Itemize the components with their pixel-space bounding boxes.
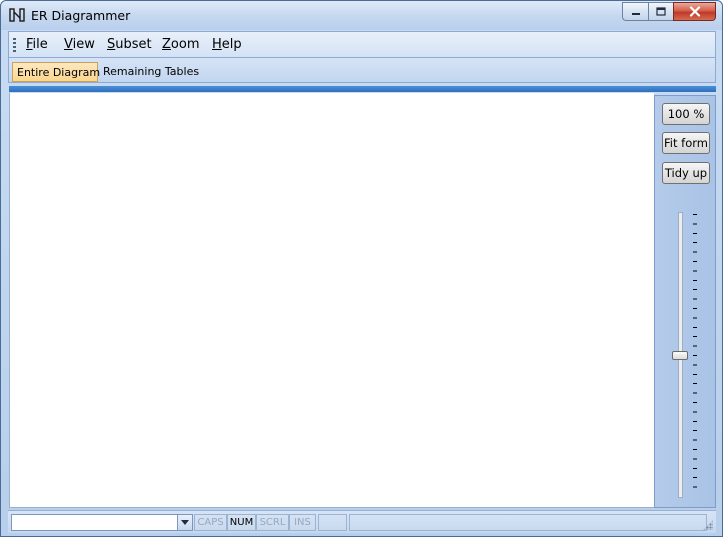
window-title: ER Diagrammer xyxy=(31,8,131,23)
zoom-slider-ticks xyxy=(693,214,697,496)
zoom-100-button[interactable]: 100 % xyxy=(662,103,710,125)
window-controls xyxy=(622,2,716,22)
maximize-button[interactable] xyxy=(648,2,673,21)
diagram-canvas[interactable] xyxy=(9,93,654,508)
tab-remaining-tables[interactable]: Remaining Tables xyxy=(99,62,203,82)
ins-indicator: INS xyxy=(289,514,316,531)
status-bar: CAPS NUM SCRL INS xyxy=(8,510,716,533)
menu-subset[interactable]: Subset xyxy=(107,37,152,52)
tab-bar: Entire Diagram Remaining Tables xyxy=(8,57,716,83)
menubar-grip[interactable] xyxy=(13,38,16,52)
tab-content-divider xyxy=(9,86,716,92)
close-icon xyxy=(689,6,700,17)
tab-entire-diagram[interactable]: Entire Diagram xyxy=(12,62,101,82)
scrl-indicator: SCRL xyxy=(256,514,289,531)
num-indicator: NUM xyxy=(227,514,256,531)
menu-file[interactable]: File xyxy=(26,37,48,52)
status-combo-box[interactable] xyxy=(11,514,193,531)
tab-label: Remaining Tables xyxy=(103,65,200,78)
caps-indicator: CAPS xyxy=(194,514,227,531)
title-bar[interactable]: ER Diagrammer xyxy=(1,1,722,30)
close-button[interactable] xyxy=(673,2,716,21)
maximize-icon xyxy=(656,6,666,16)
menu-help[interactable]: Help xyxy=(212,37,242,52)
menu-bar: File View Subset Zoom Help xyxy=(8,31,716,57)
chevron-down-icon xyxy=(181,520,189,525)
tab-label: Entire Diagram xyxy=(17,66,101,79)
menu-view[interactable]: View xyxy=(64,37,95,52)
status-panel-message xyxy=(349,514,707,531)
zoom-tool-panel: 100 % Fit form Tidy up xyxy=(654,95,716,508)
app-window: ER Diagrammer File View Subset Zoom Help… xyxy=(0,0,723,537)
tidy-up-button[interactable]: Tidy up xyxy=(662,162,710,184)
fit-form-button[interactable]: Fit form xyxy=(662,132,710,154)
status-panel-empty xyxy=(318,514,347,531)
combo-dropdown-button[interactable] xyxy=(177,515,192,530)
menu-zoom[interactable]: Zoom xyxy=(162,37,199,52)
minimize-icon xyxy=(631,12,640,15)
zoom-slider-thumb[interactable] xyxy=(672,350,688,360)
minimize-button[interactable] xyxy=(622,2,648,21)
er-diagram-icon xyxy=(9,8,25,22)
